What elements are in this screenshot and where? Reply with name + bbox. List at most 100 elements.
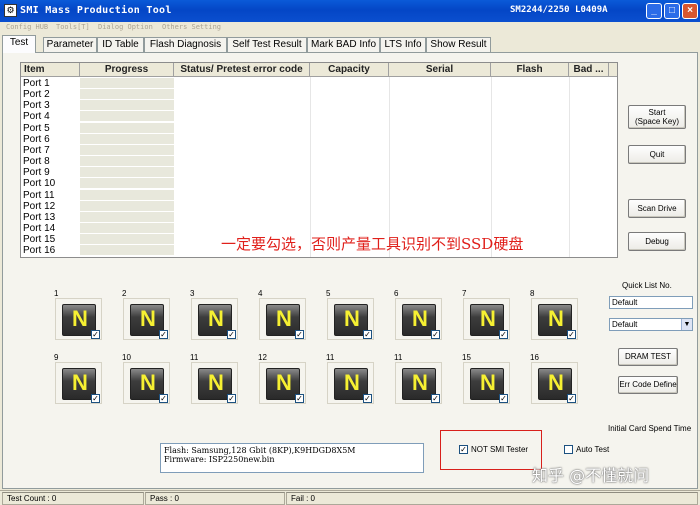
initial-card-spend-time-label: Initial Card Spend Time	[608, 424, 692, 433]
quit-button[interactable]: Quit	[628, 145, 686, 164]
slot-checkbox[interactable]: ✓	[159, 394, 168, 403]
port-row-label[interactable]: Port 13	[23, 212, 55, 223]
port-row-label[interactable]: Port 16	[23, 245, 55, 256]
flash-info-line: Flash: Samsung,128 Gbit (8KP),K9HDGD8X5M	[164, 446, 356, 455]
tab-mark-bad-info[interactable]: Mark BAD Info	[307, 37, 380, 52]
drive-slot[interactable]: 1 N ✓	[52, 289, 104, 343]
start-button[interactable]: Start (Space Key)	[628, 105, 686, 129]
column-header-status[interactable]: Status/ Pretest error code	[174, 63, 310, 77]
port-row-label[interactable]: Port 9	[23, 167, 50, 178]
port-row-label[interactable]: Port 15	[23, 234, 55, 245]
drive-slot[interactable]: 9 N ✓	[52, 353, 104, 407]
drive-slot[interactable]: 4 N ✓	[256, 289, 308, 343]
port-row-label[interactable]: Port 3	[23, 100, 50, 111]
slot-checkbox[interactable]: ✓	[499, 330, 508, 339]
scan-drive-button[interactable]: Scan Drive	[628, 199, 686, 218]
column-header-bad[interactable]: Bad ...	[569, 63, 609, 77]
column-header-progress[interactable]: Progress	[80, 63, 174, 77]
slot-checkbox[interactable]: ✓	[363, 394, 372, 403]
drive-slot[interactable]: 11 N ✓	[188, 353, 240, 407]
port-row-label[interactable]: Port 2	[23, 89, 50, 100]
port-row-label[interactable]: Port 11	[23, 190, 55, 201]
tab-id-table[interactable]: ID Table	[97, 37, 144, 52]
progress-bar	[80, 122, 174, 134]
watermark: 知乎 @不懂就问	[532, 466, 650, 485]
window-title: SMI Mass Production Tool	[20, 5, 172, 16]
slot-checkbox[interactable]: ✓	[91, 330, 100, 339]
slot-checkbox[interactable]: ✓	[295, 394, 304, 403]
auto-test-checkbox[interactable]	[564, 445, 573, 454]
slot-checkbox[interactable]: ✓	[431, 330, 440, 339]
drive-slot[interactable]: 11 N ✓	[392, 353, 444, 407]
port-row-label[interactable]: Port 6	[23, 134, 50, 145]
not-smi-tester-checkbox[interactable]: ✓	[459, 445, 468, 454]
red-annotation: 一定要勾选，否则产量工具识别不到SSD硬盘	[221, 235, 524, 253]
slot-status-letter: N	[276, 370, 292, 395]
menu-dialog-option[interactable]: Dialog Option	[98, 23, 153, 31]
port-row-label[interactable]: Port 14	[23, 223, 55, 234]
tab-show-result[interactable]: Show Result	[426, 37, 491, 52]
column-header-serial[interactable]: Serial	[389, 63, 491, 77]
tab-flash-diagnosis[interactable]: Flash Diagnosis	[144, 37, 227, 52]
pass-status: Pass : 0	[145, 492, 285, 505]
slot-checkbox[interactable]: ✓	[499, 394, 508, 403]
chevron-down-icon[interactable]: ▼	[681, 319, 692, 330]
port-row-label[interactable]: Port 8	[23, 156, 50, 167]
slot-number: 12	[258, 353, 267, 362]
slot-checkbox[interactable]: ✓	[363, 330, 372, 339]
slot-checkbox[interactable]: ✓	[227, 394, 236, 403]
quick-list-select[interactable]: Default ▼	[609, 318, 693, 331]
drive-slot[interactable]: 11 N ✓	[324, 353, 376, 407]
progress-bar	[80, 144, 174, 156]
menu-config-hub[interactable]: Config HUB	[6, 23, 48, 31]
version-label: SM2244/2250 L0409A	[510, 5, 608, 15]
slot-status-letter: N	[140, 370, 156, 395]
close-button[interactable]: ×	[682, 3, 698, 19]
dram-test-button[interactable]: DRAM TEST	[618, 348, 678, 366]
drive-slot[interactable]: 10 N ✓	[120, 353, 172, 407]
drive-slot[interactable]: 12 N ✓	[256, 353, 308, 407]
quick-list-input[interactable]: Default	[609, 296, 693, 309]
slot-number: 5	[326, 289, 331, 298]
tab-parameter[interactable]: Parameter	[43, 37, 97, 52]
column-header-flash[interactable]: Flash	[491, 63, 569, 77]
column-header-capacity[interactable]: Capacity	[310, 63, 389, 77]
maximize-button[interactable]: □	[664, 3, 680, 19]
port-row-label[interactable]: Port 5	[23, 123, 50, 134]
port-row-label[interactable]: Port 1	[23, 78, 50, 89]
progress-bar	[80, 156, 174, 168]
slot-checkbox[interactable]: ✓	[227, 330, 236, 339]
menu-tools[interactable]: Tools[T]	[56, 23, 90, 31]
drive-slot[interactable]: 3 N ✓	[188, 289, 240, 343]
tab-test[interactable]: Test	[2, 35, 36, 53]
slot-status-letter: N	[72, 306, 88, 331]
drive-slot[interactable]: 8 N ✓	[528, 289, 580, 343]
minimize-button[interactable]: _	[646, 3, 662, 19]
port-row-label[interactable]: Port 4	[23, 111, 50, 122]
drive-slot[interactable]: 6 N ✓	[392, 289, 444, 343]
tab-self-test-result[interactable]: Self Test Result	[227, 37, 307, 52]
slot-checkbox[interactable]: ✓	[159, 330, 168, 339]
column-header-item[interactable]: Item	[21, 63, 80, 77]
port-row-label[interactable]: Port 10	[23, 178, 55, 189]
firmware-info-line: Firmware: ISP2250new.bin	[164, 455, 275, 464]
slot-checkbox[interactable]: ✓	[567, 394, 576, 403]
drive-slot[interactable]: 7 N ✓	[460, 289, 512, 343]
port-row-label[interactable]: Port 12	[23, 201, 55, 212]
drive-slot[interactable]: 5 N ✓	[324, 289, 376, 343]
port-row-label[interactable]: Port 7	[23, 145, 50, 156]
fail-status: Fail : 0	[286, 492, 698, 505]
drive-slot[interactable]: 15 N ✓	[460, 353, 512, 407]
slot-checkbox[interactable]: ✓	[295, 330, 304, 339]
slot-checkbox[interactable]: ✓	[431, 394, 440, 403]
drive-slot[interactable]: 2 N ✓	[120, 289, 172, 343]
slot-checkbox[interactable]: ✓	[91, 394, 100, 403]
slot-status-letter: N	[344, 306, 360, 331]
slot-checkbox[interactable]: ✓	[567, 330, 576, 339]
drive-slot[interactable]: 16 N ✓	[528, 353, 580, 407]
tab-lts-info[interactable]: LTS Info	[380, 37, 426, 52]
err-code-define-button[interactable]: Err Code Define	[618, 376, 678, 394]
menu-others-setting[interactable]: Others Setting	[162, 23, 221, 31]
port-results-table[interactable]: Item Progress Status/ Pretest error code…	[20, 62, 618, 258]
debug-button[interactable]: Debug	[628, 232, 686, 251]
